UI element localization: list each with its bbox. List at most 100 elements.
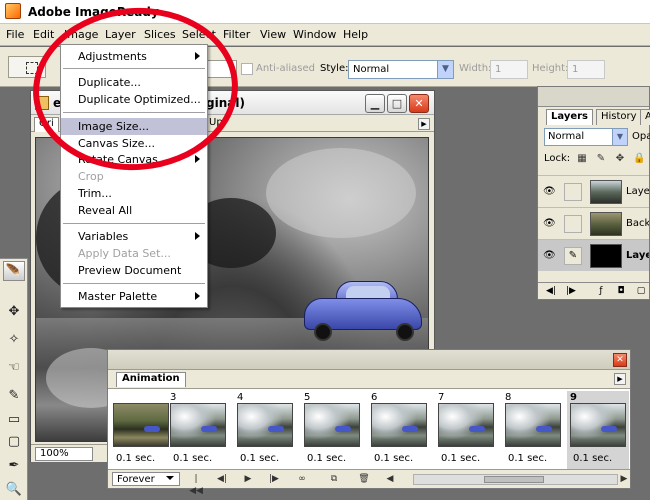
tab-animation[interactable]: Animation [116,372,186,387]
eye-icon[interactable]: 👁 [543,186,556,197]
maximize-button[interactable]: □ [387,94,407,113]
menu-item-variables[interactable]: Variables [61,228,207,245]
menu-item-trim[interactable]: Trim... [61,185,207,202]
tab-actions[interactable]: A [640,109,650,125]
layer-thumbnail [590,180,622,204]
tab-menu-arrow-icon[interactable]: ▶ [418,118,430,130]
layer-style-icon[interactable]: ƒ [594,285,608,297]
frame-car [335,426,351,432]
animation-header[interactable]: ✕ [108,350,630,370]
menu-item-preview-document[interactable]: Preview Document [61,262,207,279]
next-frame-icon[interactable]: |▶ [266,473,282,485]
chevron-down-icon [166,476,174,480]
menu-separator [63,223,205,224]
menu-item-crop[interactable]: Crop [61,168,207,185]
hand-tool-icon[interactable]: ☜ [3,357,25,377]
move-tool-icon[interactable]: ✥ [3,301,25,321]
menu-file[interactable]: File [6,28,24,41]
palette-menu-arrow-icon[interactable]: ▶ [614,373,626,385]
layer-row[interactable]: 👁 Backg [538,207,649,239]
brush-tool-icon[interactable]: ✎ [3,385,25,405]
frame-delay[interactable]: 0.1 sec. [240,453,279,464]
menu-item-master-palette[interactable]: Master Palette [61,288,207,305]
height-field[interactable]: 1 [567,60,605,79]
frame-car [469,426,485,432]
rectangle-tool-icon[interactable]: ▭ [3,409,25,429]
width-field[interactable]: 1 [490,60,528,79]
eye-icon[interactable]: 👁 [543,250,556,261]
minimize-button[interactable]: ▁ [365,94,385,113]
trash-icon[interactable]: 🗑 [356,473,372,485]
animation-frame-selected[interactable]: 9 0.1 sec. [567,391,629,469]
menu-item-label: Variables [78,230,129,243]
palette-header[interactable] [538,87,649,107]
lock-move-icon[interactable]: ✥ [614,153,626,165]
new-layer-set-icon[interactable]: ▢ [634,285,648,297]
animation-frame[interactable]: 6 0.1 sec. [368,391,430,469]
tab-layers[interactable]: Layers [546,109,593,125]
animation-frame[interactable]: 5 0.1 sec. [301,391,363,469]
menu-view[interactable]: View [260,28,286,41]
menu-help[interactable]: Help [343,28,368,41]
feather-logo-icon[interactable]: 🪶 [3,261,25,281]
frame-thumbnail [570,403,626,447]
link-box[interactable] [564,183,582,201]
menu-filter[interactable]: Filter [223,28,250,41]
layer-row[interactable]: 👁 Layer [538,175,649,207]
menu-item-apply-data-set[interactable]: Apply Data Set... [61,245,207,262]
frame-delay[interactable]: 0.1 sec. [374,453,413,464]
frames-scrollbar[interactable] [413,474,618,485]
previous-frame-icon[interactable]: ◀| [214,473,230,485]
animation-frame[interactable]: 4 0.1 sec. [234,391,296,469]
link-box[interactable] [564,215,582,233]
frame-delay[interactable]: 0.1 sec. [173,453,212,464]
animation-frame[interactable]: 7 0.1 sec. [435,391,497,469]
scroll-left-icon[interactable]: ◀ [382,473,398,485]
animation-frame[interactable]: 8 0.1 sec. [502,391,564,469]
frame-thumbnail [438,403,494,447]
magic-wand-icon[interactable]: ✧ [3,329,25,349]
close-icon[interactable]: ✕ [613,353,627,367]
frame-delay[interactable]: 0.1 sec. [441,453,480,464]
first-frame-icon[interactable]: |◀◀ [188,473,204,496]
layer-mask-icon[interactable]: ◘ [614,285,628,297]
brush-link-box[interactable]: ✎ [564,247,582,265]
lock-all-icon[interactable]: 🔒 [633,153,645,165]
anti-aliased-checkbox[interactable] [241,63,253,75]
submenu-arrow-icon [195,155,200,163]
animation-frames: 0.1 sec. 3 0.1 sec. 4 0.1 sec. 5 0.1 sec… [108,388,630,470]
frame-car [144,426,160,432]
eyedropper-icon[interactable]: ✒ [3,455,25,475]
animation-frame[interactable]: 3 0.1 sec. [167,391,229,469]
lock-brush-icon[interactable]: ✎ [595,153,607,165]
frame-thumbnail [113,403,169,447]
eye-icon[interactable]: 👁 [543,218,556,229]
scroll-right-icon[interactable]: ▶ [616,473,632,485]
rounded-rect-tool-icon[interactable]: ▢ [3,431,25,451]
menu-edit[interactable]: Edit [33,28,54,41]
frame-delay[interactable]: 0.1 sec. [508,453,547,464]
layers-toolbar: ◀| |▶ ƒ ◘ ▢ [538,282,649,299]
animation-frame[interactable]: 0.1 sec. [110,391,172,469]
zoom-field[interactable]: 100% [35,447,93,461]
close-button[interactable]: ✕ [409,94,429,113]
tab-history[interactable]: History [596,109,642,125]
layers-palette: Layers History A Normal ▼ Opa Lock: ▦ ✎ … [537,86,650,300]
lock-transparency-icon[interactable]: ▦ [576,153,588,165]
style-select[interactable]: Normal ▼ [348,60,454,79]
blend-mode-select[interactable]: Normal ▼ [544,128,628,146]
tween-icon[interactable]: ∞ [294,473,310,485]
frame-delay[interactable]: 0.1 sec. [573,453,612,464]
zoom-tool-icon[interactable]: 🔍 [3,479,25,499]
arrow-left-icon[interactable]: ◀| [544,285,558,297]
scrollbar-thumb[interactable] [484,476,544,483]
duplicate-frame-icon[interactable]: ⧉ [326,473,342,485]
frame-delay[interactable]: 0.1 sec. [116,453,155,464]
play-icon[interactable]: ▶ [240,473,256,485]
submenu-arrow-icon [195,232,200,240]
menu-window[interactable]: Window [293,28,336,41]
layer-row[interactable]: 👁 ✎ Layer [538,239,649,271]
arrow-right-icon[interactable]: |▶ [564,285,578,297]
frame-delay[interactable]: 0.1 sec. [307,453,346,464]
menu-item-reveal-all[interactable]: Reveal All [61,202,207,219]
